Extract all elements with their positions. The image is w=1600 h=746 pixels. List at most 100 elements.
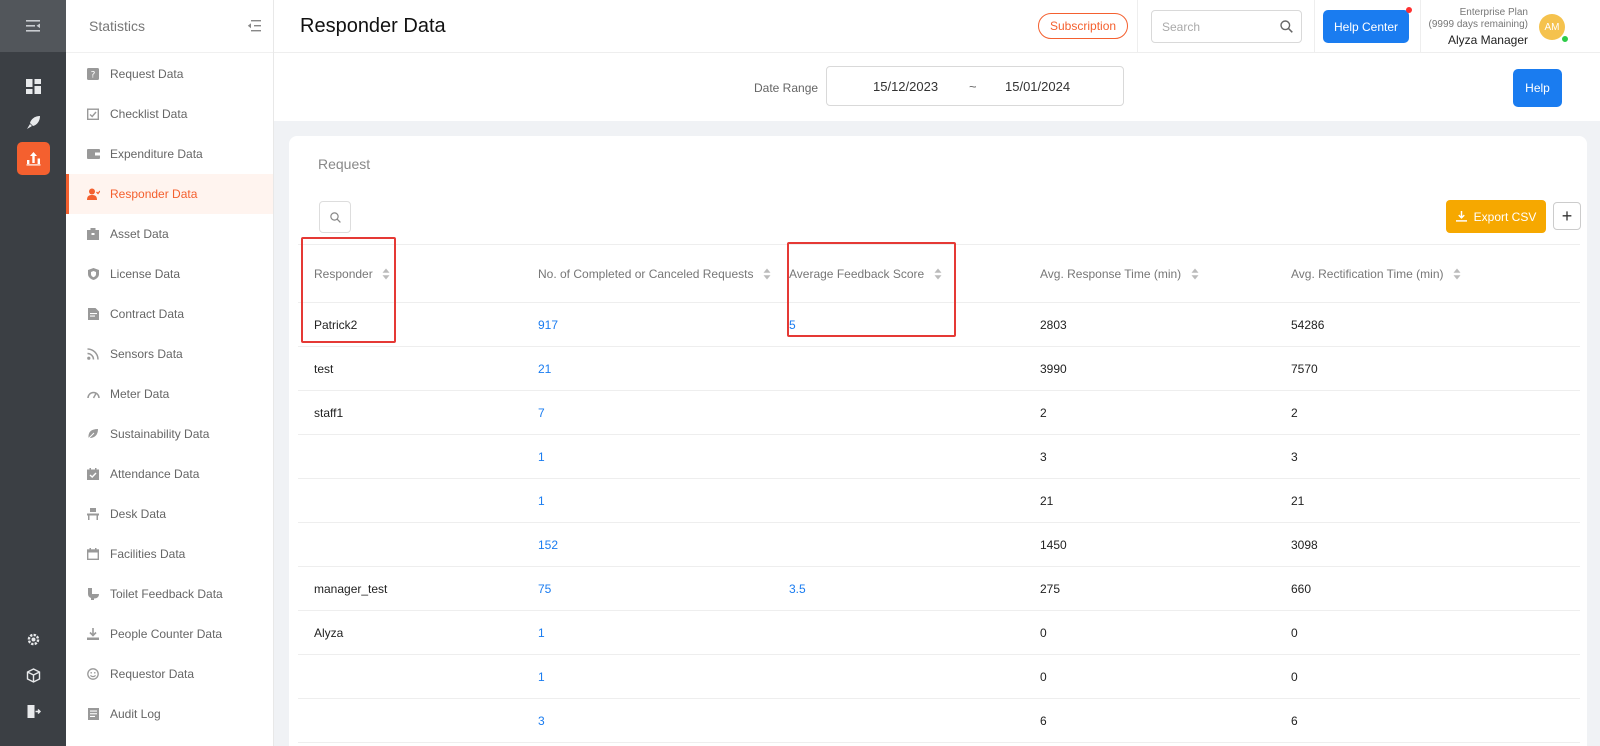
user-name: Alyza Manager bbox=[1447, 33, 1528, 47]
cell-feedback-link[interactable]: 3.5 bbox=[789, 566, 1040, 611]
sidebar-item-desk-data[interactable]: Desk Data bbox=[66, 494, 273, 534]
plan-remaining: (9999 days remaining) bbox=[1428, 19, 1529, 30]
rail-settings-button[interactable] bbox=[17, 623, 50, 656]
date-separator: ~ bbox=[969, 79, 977, 94]
sidebar-item-facilities-data[interactable]: Facilities Data bbox=[66, 534, 273, 574]
sort-icon bbox=[1191, 268, 1199, 280]
cell-completed-link[interactable]: 7 bbox=[538, 390, 789, 435]
cell-rectification-time: 0 bbox=[1291, 654, 1580, 699]
menu-toggle-button[interactable] bbox=[0, 0, 66, 52]
sort-icon bbox=[382, 268, 390, 280]
column-header-completed[interactable]: No. of Completed or Canceled Requests bbox=[538, 244, 789, 303]
wallet-icon bbox=[86, 147, 100, 161]
collapse-sidebar-button[interactable] bbox=[247, 20, 261, 32]
cell-rectification-time: 3098 bbox=[1291, 522, 1580, 567]
cell-feedback-link[interactable] bbox=[789, 390, 1040, 435]
desk-icon bbox=[86, 507, 100, 521]
cell-completed-link[interactable]: 21 bbox=[538, 346, 789, 391]
date-from-input[interactable]: 15/12/2023 bbox=[873, 79, 938, 94]
cell-completed-link[interactable]: 917 bbox=[538, 302, 789, 347]
sidebar-item-label: Asset Data bbox=[110, 227, 169, 241]
cell-response-time: 3 bbox=[1040, 434, 1291, 479]
search-input[interactable] bbox=[1162, 19, 1272, 34]
sidebar-title: Statistics bbox=[89, 18, 146, 34]
date-range-picker[interactable]: 15/12/2023 ~ 15/01/2024 bbox=[826, 66, 1124, 106]
sidebar-item-label: Attendance Data bbox=[110, 467, 200, 481]
sidebar-item-expenditure-data[interactable]: Expenditure Data bbox=[66, 134, 273, 174]
add-column-button[interactable]: + bbox=[1553, 202, 1581, 230]
shield-icon bbox=[86, 267, 100, 281]
sidebar-item-label: Sustainability Data bbox=[110, 427, 210, 441]
rail-logout-button[interactable] bbox=[17, 695, 50, 728]
column-header-rectification-time[interactable]: Avg. Rectification Time (min) bbox=[1291, 244, 1580, 303]
cell-responder bbox=[298, 698, 538, 743]
sidebar-item-people-counter-data[interactable]: People Counter Data bbox=[66, 614, 273, 654]
sidebar-item-sensors-data[interactable]: Sensors Data bbox=[66, 334, 273, 374]
help-center-button[interactable]: Help Center bbox=[1323, 10, 1409, 43]
cell-responder: manager_test bbox=[298, 566, 538, 611]
rail-dashboard-button[interactable] bbox=[17, 70, 50, 103]
cell-feedback-link[interactable] bbox=[789, 610, 1040, 655]
sidebar-item-contract-data[interactable]: Contract Data bbox=[66, 294, 273, 334]
sidebar-item-label: Checklist Data bbox=[110, 107, 188, 121]
cell-rectification-time: 2 bbox=[1291, 390, 1580, 435]
sidebar-item-request-data[interactable]: ? Request Data bbox=[66, 54, 273, 94]
cell-completed-link[interactable]: 152 bbox=[538, 522, 789, 567]
sidebar-item-attendance-data[interactable]: Attendance Data bbox=[66, 454, 273, 494]
sidebar-item-label: Contract Data bbox=[110, 307, 185, 321]
cell-feedback-link[interactable] bbox=[789, 654, 1040, 699]
cell-completed-link[interactable]: 75 bbox=[538, 566, 789, 611]
download-icon bbox=[1455, 211, 1467, 222]
rail-package-button[interactable] bbox=[17, 659, 50, 692]
table-header-row: Responder No. of Completed or Canceled R… bbox=[298, 244, 1580, 303]
sidebar-item-meter-data[interactable]: Meter Data bbox=[66, 374, 273, 414]
table-row: test 21 3990 7570 bbox=[298, 346, 1580, 391]
sidebar-item-license-data[interactable]: License Data bbox=[66, 254, 273, 294]
date-to-input[interactable]: 15/01/2024 bbox=[1005, 79, 1070, 94]
help-button[interactable]: Help bbox=[1513, 69, 1562, 107]
cell-completed-link[interactable]: 1 bbox=[538, 654, 789, 699]
table-row: 152 1450 3098 bbox=[298, 522, 1580, 567]
leaf-icon bbox=[86, 427, 100, 441]
sidebar-item-responder-data[interactable]: Responder Data bbox=[66, 174, 273, 214]
column-header-feedback[interactable]: Average Feedback Score bbox=[789, 244, 1040, 303]
search-field[interactable] bbox=[1151, 10, 1302, 43]
statistics-icon bbox=[26, 152, 40, 166]
export-csv-button[interactable]: Export CSV bbox=[1446, 200, 1546, 233]
sidebar-item-asset-data[interactable]: Asset Data bbox=[66, 214, 273, 254]
request-card: Request Export CSV + Responder No. of Co… bbox=[289, 136, 1587, 746]
responder-icon bbox=[86, 187, 100, 201]
column-header-responder[interactable]: Responder bbox=[298, 244, 538, 303]
question-icon: ? bbox=[86, 67, 100, 81]
sidebar-item-label: Responder Data bbox=[110, 187, 198, 201]
cell-feedback-link[interactable] bbox=[789, 698, 1040, 743]
sidebar-item-label: License Data bbox=[110, 267, 181, 281]
cell-feedback-link[interactable] bbox=[789, 478, 1040, 523]
table-row: manager_test 75 3.5 275 660 bbox=[298, 566, 1580, 611]
cell-completed-link[interactable]: 3 bbox=[538, 698, 789, 743]
subscription-button[interactable]: Subscription bbox=[1038, 13, 1129, 39]
cell-feedback-link[interactable] bbox=[789, 434, 1040, 479]
cell-feedback-link[interactable] bbox=[789, 346, 1040, 391]
cell-completed-link[interactable]: 1 bbox=[538, 610, 789, 655]
cell-completed-link[interactable]: 1 bbox=[538, 434, 789, 479]
sidebar-item-checklist-data[interactable]: Checklist Data bbox=[66, 94, 273, 134]
cell-feedback-link[interactable] bbox=[789, 522, 1040, 567]
cell-rectification-time: 660 bbox=[1291, 566, 1580, 611]
sidebar-item-toilet-feedback-data[interactable]: Toilet Feedback Data bbox=[66, 574, 273, 614]
rail-statistics-button[interactable] bbox=[16, 142, 50, 175]
sidebar-item-label: Sensors Data bbox=[110, 347, 183, 361]
rail-launch-button[interactable] bbox=[17, 106, 50, 139]
column-header-response-time[interactable]: Avg. Response Time (min) bbox=[1040, 244, 1291, 303]
cell-completed-link[interactable]: 1 bbox=[538, 478, 789, 523]
cell-rectification-time: 6 bbox=[1291, 698, 1580, 743]
search-icon bbox=[1280, 20, 1293, 33]
card-title: Request bbox=[318, 156, 371, 172]
table-search-button[interactable] bbox=[319, 201, 351, 233]
sidebar-item-sustainability-data[interactable]: Sustainability Data bbox=[66, 414, 273, 454]
toilet-icon bbox=[86, 587, 100, 601]
sidebar-item-requestor-data[interactable]: Requestor Data bbox=[66, 654, 273, 694]
cell-responder: test bbox=[298, 346, 538, 391]
cell-feedback-link[interactable]: 5 bbox=[789, 302, 1040, 347]
sidebar-item-audit-log[interactable]: Audit Log bbox=[66, 694, 273, 734]
